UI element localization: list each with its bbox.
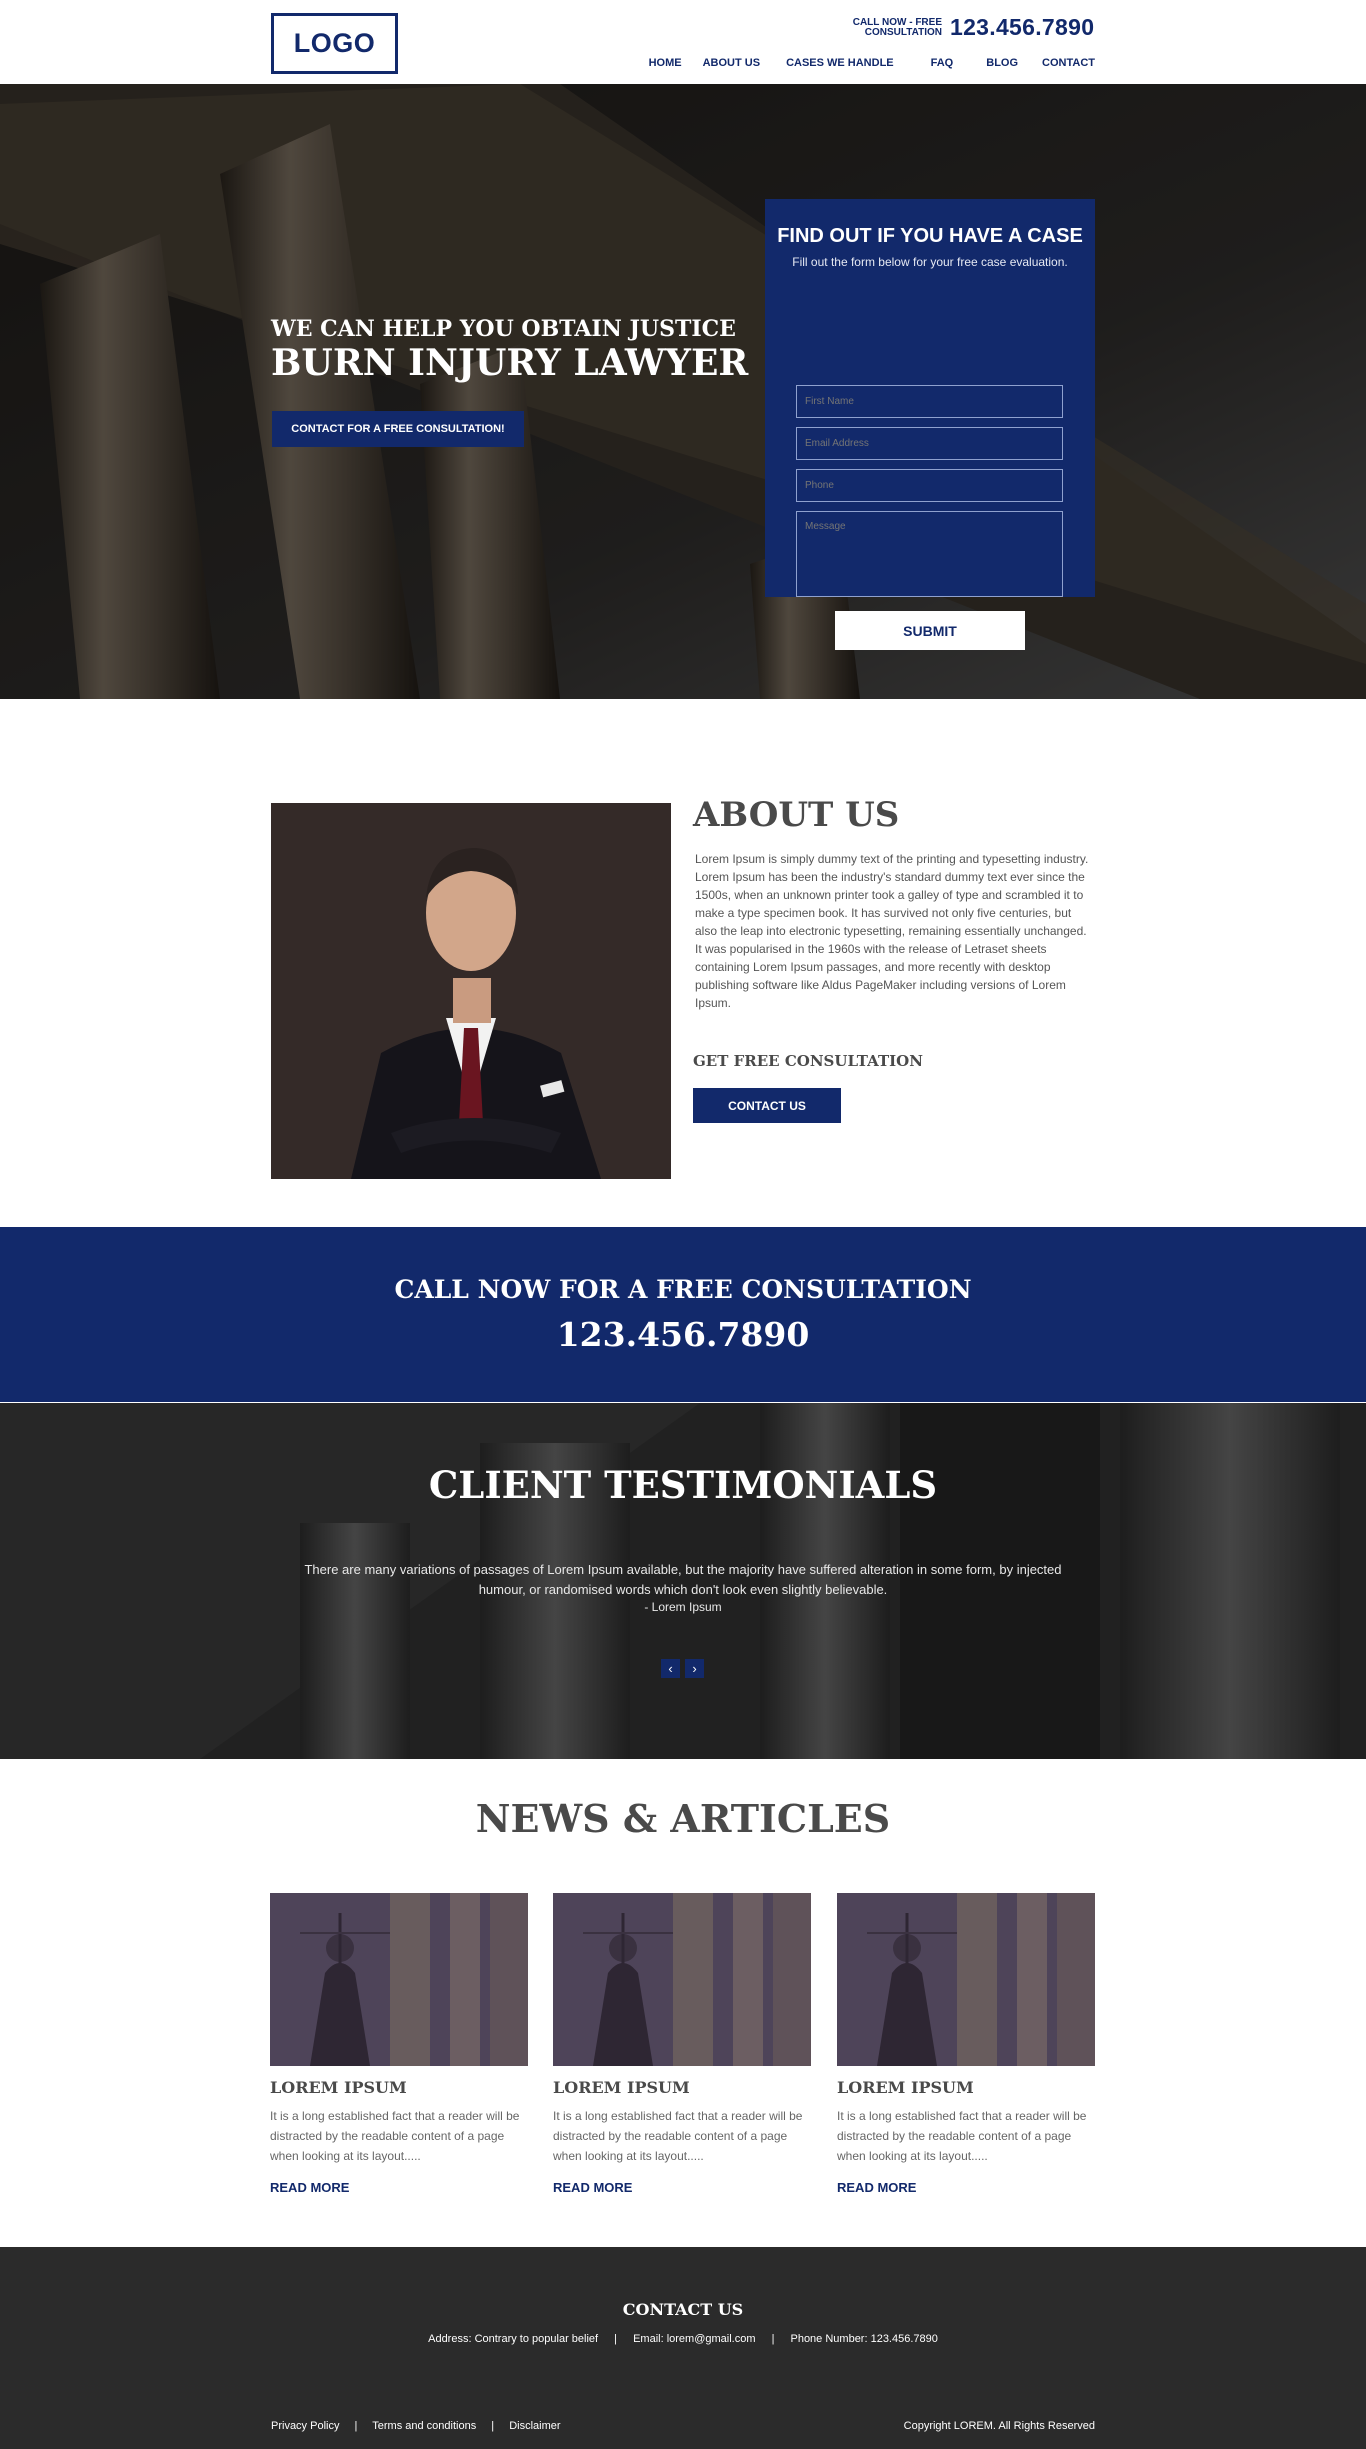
footer-separator: | [354, 2420, 358, 2432]
testimonials-title: CLIENT TESTIMONIALS [428, 1463, 938, 1507]
free-consultation-button[interactable]: CONTACT FOR A FREE CONSULTATION! [272, 411, 524, 447]
news-card-text: It is a long established fact that a rea… [553, 2109, 803, 2163]
news-card-title: LOREM IPSUM [553, 2078, 690, 2097]
hero-title: BURN INJURY LAWYER [271, 342, 749, 384]
about-text: Lorem Ipsum is simply dummy text of the … [695, 852, 1089, 1010]
site-logo[interactable]: LOGO [271, 13, 398, 74]
news-card-title: LOREM IPSUM [837, 2078, 974, 2097]
call-band-phone[interactable]: 123.456.7890 [0, 1315, 1366, 1354]
terms-link[interactable]: Terms and conditions [372, 2420, 476, 2432]
nav-contact[interactable]: CONTACT [1042, 57, 1095, 69]
nav-cases[interactable]: CASES WE HANDLE [786, 57, 894, 69]
news-card: LOREM IPSUM It is a long established fac… [553, 1893, 811, 2195]
privacy-policy-link[interactable]: Privacy Policy [271, 2420, 339, 2432]
call-now-band: CALL NOW FOR A FREE CONSULTATION 123.456… [0, 1227, 1366, 1402]
email-input[interactable] [796, 427, 1063, 460]
phone-input[interactable] [796, 469, 1063, 502]
main-nav: HOME ABOUT US CASES WE HANDLE FAQ BLOG C… [649, 57, 1095, 69]
site-header: LOGO CALL NOW - FREE CONSULTATION 123.45… [0, 0, 1366, 84]
read-more-link[interactable]: READ MORE [837, 2180, 1095, 2195]
news-card-text: It is a long established fact that a rea… [837, 2109, 1087, 2163]
form-subtitle: Fill out the form below for your free ca… [792, 255, 1068, 269]
hero-section: WE CAN HELP YOU OBTAIN JUSTICE BURN INJU… [0, 84, 1366, 699]
footer-links: Privacy Policy | Terms and conditions | … [271, 2420, 561, 2432]
footer-contact-title: CONTACT US [622, 2300, 744, 2319]
chevron-right-icon: › [692, 1661, 697, 1676]
testimonial-author: - Lorem Ipsum [644, 1600, 722, 1614]
submit-button[interactable]: SUBMIT [835, 611, 1025, 650]
justice-statue-image[interactable] [270, 1893, 528, 2066]
footer-contact-info: Address: Contrary to popular belief | Em… [0, 2333, 1366, 2345]
news-card-text: It is a long established fact that a rea… [270, 2109, 520, 2163]
footer-separator: | [491, 2420, 495, 2432]
testimonials-section: CLIENT TESTIMONIALS There are many varia… [0, 1403, 1366, 1759]
justice-statue-image[interactable] [553, 1893, 811, 2066]
about-title: ABOUT US [693, 795, 900, 835]
call-band-title: CALL NOW FOR A FREE CONSULTATION [394, 1275, 972, 1304]
footer-separator: | [614, 2333, 618, 2345]
news-title: NEWS & ARTICLES [475, 1796, 891, 1841]
testimonial-quote: There are many variations of passages of… [304, 1562, 1062, 1597]
nav-blog[interactable]: BLOG [986, 57, 1018, 69]
copyright-text: Copyright LOREM. All Rights Reserved [903, 2420, 1095, 2432]
header-phone[interactable]: 123.456.7890 [950, 14, 1094, 41]
contact-us-button[interactable]: CONTACT US [693, 1088, 841, 1123]
hero-courthouse-image [0, 84, 1366, 699]
read-more-link[interactable]: READ MORE [553, 2180, 811, 2195]
call-now-label: CALL NOW - FREE CONSULTATION [852, 17, 942, 38]
nav-home[interactable]: HOME [649, 57, 682, 69]
footer-separator: | [771, 2333, 775, 2345]
disclaimer-link[interactable]: Disclaimer [509, 2420, 560, 2432]
first-name-input[interactable] [796, 385, 1063, 418]
lawyer-portrait-image [271, 803, 671, 1179]
footer-address: Address: Contrary to popular belief [428, 2333, 599, 2345]
justice-statue-image[interactable] [837, 1893, 1095, 2066]
consultation-label: GET FREE CONSULTATION [693, 1052, 923, 1070]
read-more-link[interactable]: READ MORE [270, 2180, 528, 2195]
portrait-illustration [271, 803, 671, 1179]
form-title: FIND OUT IF YOU HAVE A CASE [777, 225, 1083, 247]
case-evaluation-form: FIND OUT IF YOU HAVE A CASE Fill out the… [765, 199, 1095, 650]
testimonial-prev-button[interactable]: ‹ [661, 1659, 680, 1678]
footer-phone[interactable]: Phone Number: 123.456.7890 [790, 2333, 937, 2345]
news-card: LOREM IPSUM It is a long established fac… [270, 1893, 528, 2195]
news-card-title: LOREM IPSUM [270, 2078, 407, 2097]
hero-subtitle: WE CAN HELP YOU OBTAIN JUSTICE [271, 316, 736, 342]
nav-faq[interactable]: FAQ [931, 57, 954, 69]
footer-email[interactable]: Email: lorem@gmail.com [633, 2333, 755, 2345]
nav-about-us[interactable]: ABOUT US [703, 57, 760, 69]
news-card: LOREM IPSUM It is a long established fac… [837, 1893, 1095, 2195]
site-footer: CONTACT US Address: Contrary to popular … [0, 2247, 1366, 2449]
chevron-left-icon: ‹ [668, 1661, 673, 1676]
testimonial-next-button[interactable]: › [685, 1659, 704, 1678]
message-textarea[interactable] [796, 511, 1063, 597]
